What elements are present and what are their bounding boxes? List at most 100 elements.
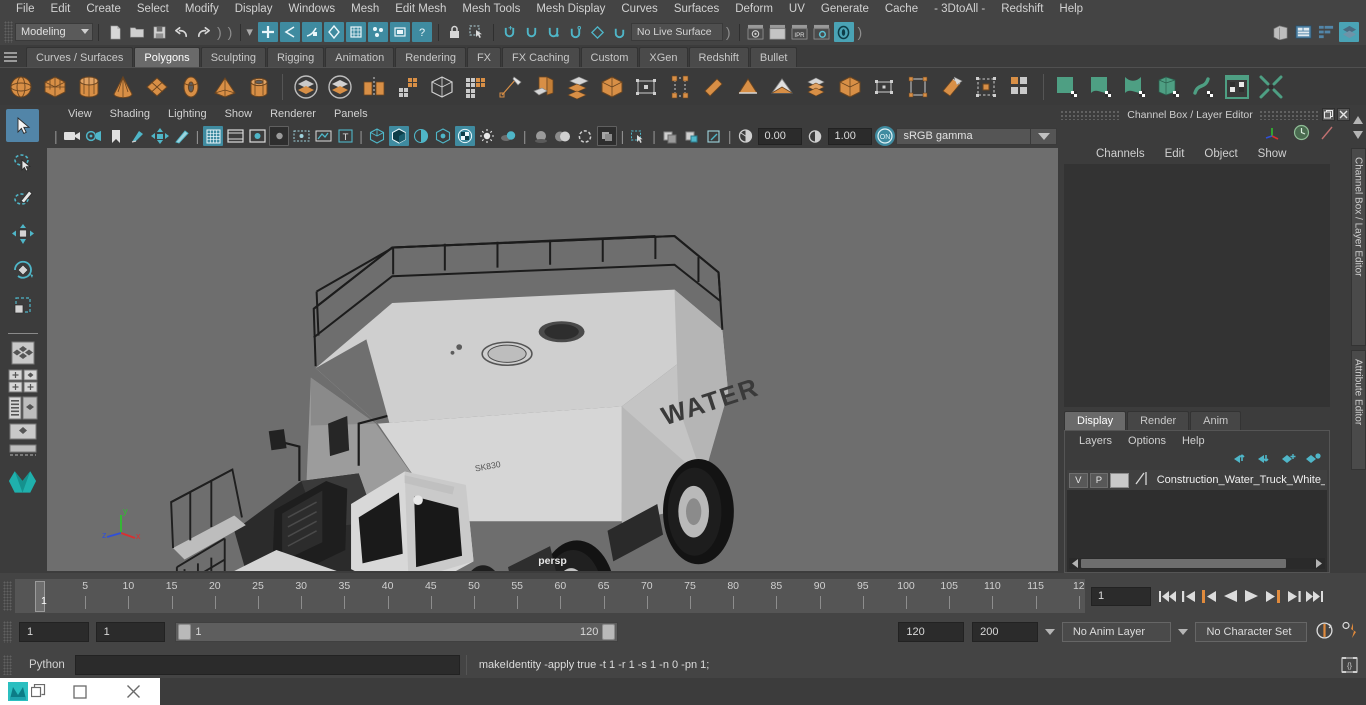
- command-language-label[interactable]: Python: [15, 659, 75, 671]
- close-icon[interactable]: [1337, 108, 1350, 121]
- restore-icon[interactable]: [1322, 108, 1335, 121]
- exposure-field[interactable]: 0.00: [758, 127, 803, 145]
- select-by-component-icon[interactable]: [301, 22, 322, 42]
- merge-icon[interactable]: [596, 71, 628, 103]
- snap-to-curve-icon[interactable]: [345, 22, 366, 42]
- persp-graph-layout[interactable]: [6, 444, 39, 458]
- menu-item-display[interactable]: Display: [227, 0, 281, 19]
- show-hide-attribute-editor-icon[interactable]: [1339, 22, 1359, 42]
- panel-grip-left[interactable]: [1060, 109, 1122, 120]
- poly-torus-icon[interactable]: [175, 71, 207, 103]
- select-tool-icon[interactable]: [467, 22, 487, 42]
- open-scene-icon[interactable]: [127, 22, 147, 42]
- uv-grid-snap-icon[interactable]: [1051, 71, 1083, 103]
- play-forwards-icon[interactable]: [1241, 585, 1262, 607]
- color-management-toggle-icon[interactable]: ON: [875, 126, 896, 146]
- uv-distribute-icon[interactable]: [970, 71, 1002, 103]
- axis-display-icon[interactable]: [1263, 125, 1283, 144]
- live-surface-field[interactable]: No Live Surface: [630, 23, 723, 41]
- boolean-icon[interactable]: [426, 71, 458, 103]
- shelf-tab-sculpting[interactable]: Sculpting: [200, 47, 266, 67]
- close-window-icon[interactable]: [107, 678, 160, 705]
- mirror-geometry-icon[interactable]: [358, 71, 390, 103]
- time-display-icon[interactable]: [1293, 124, 1310, 144]
- menu-item-generate[interactable]: Generate: [813, 0, 877, 19]
- perspective-viewport[interactable]: WATER SK830 y x z persp: [47, 148, 1058, 571]
- range-grip[interactable]: [3, 621, 12, 643]
- layer-menu-help[interactable]: Help: [1174, 435, 1213, 447]
- range-slider[interactable]: 1 120: [175, 622, 619, 642]
- menu-item-select[interactable]: Select: [129, 0, 177, 19]
- snap-to-view-plane-icon[interactable]: [389, 22, 410, 42]
- range-end-handle[interactable]: [602, 624, 616, 640]
- step-back-keyframe-icon[interactable]: [1178, 585, 1199, 607]
- play-backwards-icon[interactable]: [1220, 585, 1241, 607]
- step-back-frame-icon[interactable]: [1199, 585, 1220, 607]
- hypergraph-layout[interactable]: [6, 423, 39, 441]
- snap-disable-icon[interactable]: [610, 22, 630, 42]
- menu-item-windows[interactable]: Windows: [280, 0, 343, 19]
- current-frame-field[interactable]: 1: [1091, 586, 1151, 606]
- image-plane-icon[interactable]: [128, 126, 148, 146]
- use-default-material-icon[interactable]: [433, 126, 453, 146]
- layer-menu-options[interactable]: Options: [1120, 435, 1174, 447]
- select-camera-icon[interactable]: [62, 126, 82, 146]
- layer-menu-layers[interactable]: Layers: [1071, 435, 1120, 447]
- color-profile-dropdown-arrow[interactable]: [1031, 127, 1058, 145]
- separate-icon[interactable]: [324, 71, 356, 103]
- poly-pyramid-icon[interactable]: [209, 71, 241, 103]
- shelf-tab-custom[interactable]: Custom: [580, 47, 639, 67]
- snap-view-plane-icon[interactable]: [588, 22, 608, 42]
- channel-box-content[interactable]: [1064, 164, 1330, 407]
- auto-keyframe-icon[interactable]: [1315, 621, 1334, 643]
- show-hide-channel-box-icon[interactable]: [1293, 22, 1313, 42]
- anim-layer-dropdown-icon[interactable]: [1044, 629, 1055, 635]
- snap-point-magnet-icon[interactable]: [544, 22, 564, 42]
- uv-unfold-icon[interactable]: [1187, 71, 1219, 103]
- xray-joints-icon[interactable]: [660, 126, 680, 146]
- transfer-attributes-icon[interactable]: [936, 71, 968, 103]
- statusbar-grip[interactable]: [4, 21, 13, 43]
- time-slider-grip[interactable]: [3, 581, 12, 611]
- poly-pipe-icon[interactable]: [243, 71, 275, 103]
- single-perspective-layout[interactable]: [6, 369, 39, 393]
- uv-spherical-icon[interactable]: [1119, 71, 1151, 103]
- multi-cut-icon[interactable]: [460, 71, 492, 103]
- go-to-start-icon[interactable]: [1157, 585, 1178, 607]
- combine-icon[interactable]: [290, 71, 322, 103]
- time-slider[interactable]: 1 5 10 15 20 25 30 35 40 45 50 55 60 65 70 75 80 85 90 95 1…: [15, 579, 1085, 613]
- xray-active-components-icon[interactable]: [682, 126, 702, 146]
- menu-item-surfaces[interactable]: Surfaces: [666, 0, 727, 19]
- menu-item-edit-mesh[interactable]: Edit Mesh: [387, 0, 454, 19]
- shelf-menu-icon[interactable]: [4, 47, 20, 67]
- shelf-tab-fx-caching[interactable]: FX Caching: [502, 47, 580, 67]
- snap-grid-magnet-icon[interactable]: [500, 22, 520, 42]
- shelf-tab-animation[interactable]: Animation: [325, 47, 395, 67]
- menu-item-file[interactable]: File: [8, 0, 43, 19]
- vertical-tab-attribute-editor[interactable]: Attribute Editor: [1350, 350, 1366, 470]
- scale-tool[interactable]: [6, 289, 39, 322]
- lock-icon[interactable]: [445, 22, 465, 42]
- motion-blur-icon[interactable]: [553, 126, 573, 146]
- viewport-menu-view[interactable]: View: [59, 105, 101, 124]
- select-tool[interactable]: [6, 109, 39, 142]
- viewport-menu-renderer[interactable]: Renderer: [261, 105, 325, 124]
- menu-item-create[interactable]: Create: [78, 0, 129, 19]
- hypershade-icon[interactable]: [833, 22, 854, 42]
- menu-item-mesh-tools[interactable]: Mesh Tools: [454, 0, 528, 19]
- gate-mask-icon[interactable]: [269, 126, 290, 146]
- shelf-tab-rigging[interactable]: Rigging: [266, 47, 325, 67]
- show-hide-layer-editor-icon[interactable]: [1316, 22, 1336, 42]
- scroll-thumb[interactable]: [1081, 559, 1286, 568]
- maya-app-icon[interactable]: [0, 678, 53, 705]
- isolate-select-icon[interactable]: [596, 126, 617, 146]
- shaded-wireframe-icon[interactable]: [411, 126, 431, 146]
- layer-row[interactable]: V P Construction_Water_Truck_White_00: [1067, 470, 1327, 490]
- uv-snapshot-icon[interactable]: [800, 71, 832, 103]
- menu-item-mesh-display[interactable]: Mesh Display: [528, 0, 613, 19]
- uv-planar-map-icon[interactable]: [868, 71, 900, 103]
- uv-snapshot-export-icon[interactable]: [1255, 71, 1287, 103]
- uv-checker-map-icon[interactable]: [1221, 71, 1253, 103]
- command-input[interactable]: [74, 655, 460, 675]
- show-hide-editors-icon[interactable]: [1270, 22, 1290, 42]
